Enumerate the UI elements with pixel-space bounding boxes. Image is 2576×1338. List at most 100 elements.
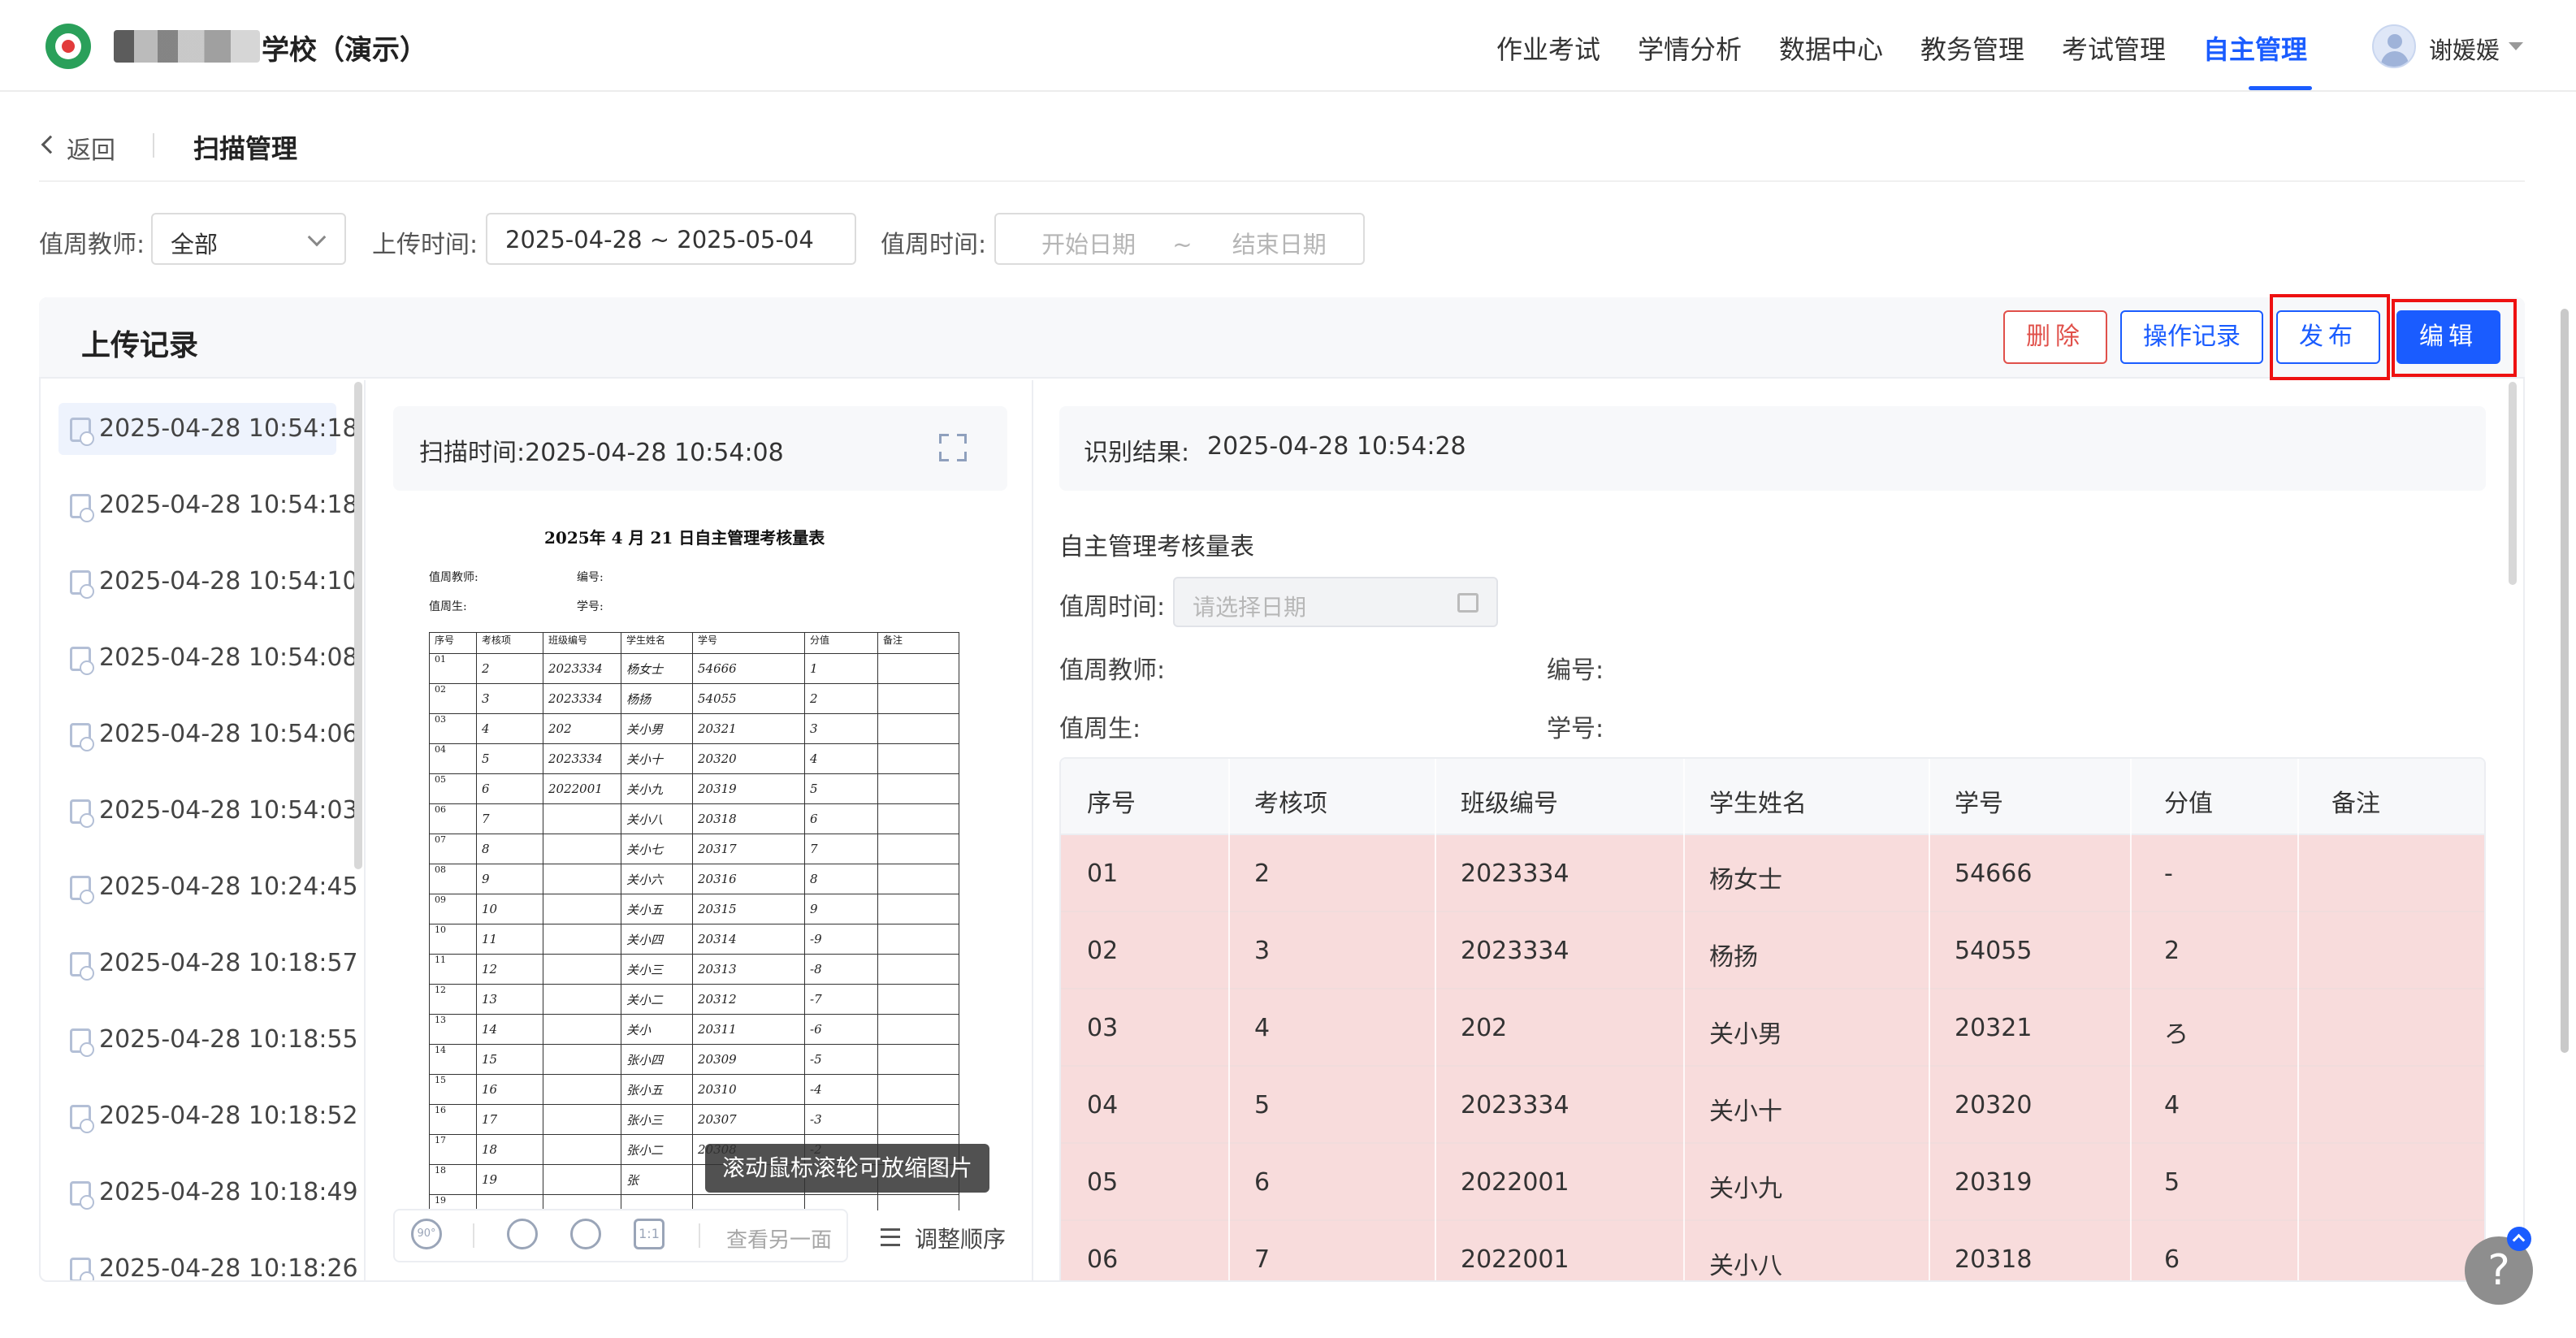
table-cell[interactable]: 02	[1087, 937, 1118, 965]
table-cell[interactable]: 杨女士	[1709, 860, 1782, 895]
table-cell[interactable]: 2022001	[1461, 1245, 1569, 1274]
table-cell[interactable]: 6	[1254, 1168, 1270, 1197]
view-other-side-button[interactable]: 查看另一面	[726, 1223, 832, 1254]
table-cell[interactable]: 2023334	[1461, 1091, 1569, 1119]
sheet-cell: 3	[476, 683, 543, 714]
upload-list-item[interactable]: 2025-04-28 10:54:18	[58, 403, 358, 455]
rotate-icon[interactable]: 90°	[411, 1219, 442, 1249]
nav-academic-affairs[interactable]: 教务管理	[1920, 29, 2024, 67]
upload-list-item[interactable]: 2025-04-28 10:18:49	[58, 1167, 358, 1219]
page-scrollbar[interactable]	[2561, 309, 2569, 1053]
nav-homework-exam[interactable]: 作业考试	[1496, 29, 1600, 67]
table-cell[interactable]: 5	[1254, 1091, 1270, 1119]
list-scrollbar[interactable]	[354, 382, 362, 869]
table-row[interactable]: 03 4 202 关小男 20321 ろ	[1061, 989, 2484, 1067]
upload-list-item[interactable]: 2025-04-28 10:54:08	[58, 632, 358, 684]
table-row[interactable]: 01 2 2023334 杨女士 54666 -	[1061, 835, 2484, 912]
table-cell[interactable]: 关小十	[1709, 1091, 1782, 1127]
upload-list-item[interactable]: 2025-04-28 10:18:52	[58, 1090, 358, 1142]
duty-start-placeholder: 开始日期	[1041, 231, 1136, 258]
zoom-in-icon[interactable]	[507, 1219, 538, 1249]
actual-size-icon[interactable]: 1:1	[634, 1219, 665, 1249]
upload-time-range-input[interactable]: 2025-04-28 ~ 2025-05-04	[486, 213, 856, 265]
nav-exam-management[interactable]: 考试管理	[2062, 29, 2166, 67]
table-cell[interactable]: 杨扬	[1709, 937, 1758, 972]
upload-list-item[interactable]: 2025-04-28 10:24:45	[58, 861, 358, 913]
recognition-scrollbar[interactable]	[2509, 382, 2517, 585]
upload-list-item[interactable]: 2025-04-28 10:54:10	[58, 556, 358, 608]
user-avatar[interactable]	[2372, 24, 2416, 68]
table-cell[interactable]: 2023334	[1461, 860, 1569, 888]
upload-list-item[interactable]: 2025-04-28 10:54:18	[58, 479, 358, 531]
table-cell[interactable]: 6	[2164, 1245, 2180, 1274]
table-cell[interactable]: 5	[2164, 1168, 2180, 1197]
back-link[interactable]: 返回	[67, 130, 115, 166]
sheet-cell: 2023334	[543, 743, 621, 774]
table-row[interactable]: 02 3 2023334 杨扬 54055 2	[1061, 912, 2484, 989]
sheet-cell: 关小男	[621, 713, 693, 744]
upload-list-item[interactable]: 2025-04-28 10:54:06	[58, 708, 358, 760]
upload-list-item[interactable]: 2025-04-28 10:54:03	[58, 785, 358, 837]
table-column-divider	[1683, 759, 1685, 1280]
table-header-cell: 分值	[2164, 790, 2213, 818]
reorder-icon[interactable]	[881, 1228, 900, 1246]
table-cell[interactable]: 2	[2164, 937, 2180, 965]
table-cell[interactable]: 03	[1087, 1014, 1118, 1042]
table-header-cell: 学号	[1955, 790, 2003, 818]
table-cell[interactable]: 4	[1254, 1014, 1270, 1042]
operation-log-button[interactable]: 操作记录	[2120, 310, 2263, 364]
table-cell[interactable]: 202	[1461, 1014, 1507, 1042]
scanned-sheet-image[interactable]: 2025年 4 月 21 日自主管理考核量表 值周教师: 编号: 值周生: 学号…	[414, 512, 999, 1210]
table-row[interactable]: 06 7 2022001 关小八 20318 6	[1061, 1221, 2484, 1280]
teacher-filter-select[interactable]: 全部	[151, 213, 346, 265]
upload-list-item-time: 2025-04-28 10:54:18	[99, 491, 358, 519]
table-cell[interactable]: 关小九	[1709, 1168, 1782, 1204]
nav-self-management[interactable]: 自主管理	[2203, 29, 2307, 67]
table-cell[interactable]: 20320	[1955, 1091, 2032, 1119]
table-cell[interactable]: 关小男	[1709, 1014, 1782, 1050]
reorder-button[interactable]: 调整顺序	[915, 1222, 1006, 1254]
table-cell[interactable]: 04	[1087, 1091, 1118, 1119]
fullscreen-icon[interactable]	[939, 434, 967, 461]
sheet-meta-number: 编号:	[577, 571, 604, 584]
sheet-row: 15 16 张小五 20310 -4	[429, 1074, 959, 1105]
upload-list-item[interactable]: 2025-04-28 10:18:55	[58, 1014, 358, 1066]
table-cell[interactable]: 20318	[1955, 1245, 2032, 1274]
table-cell[interactable]: 20321	[1955, 1014, 2032, 1042]
user-name[interactable]: 谢媛媛	[2429, 32, 2500, 66]
table-cell[interactable]: 2023334	[1461, 937, 1569, 965]
table-cell[interactable]: 20319	[1955, 1168, 2032, 1197]
table-cell[interactable]: 01	[1087, 860, 1118, 888]
upload-list: 2025-04-28 10:54:18 2025-04-28 10:54:18 20…	[41, 380, 366, 1280]
upload-list-item[interactable]: 2025-04-28 10:18:57	[58, 937, 358, 989]
scroll-top-icon[interactable]	[2507, 1227, 2531, 1251]
table-cell[interactable]: 2	[1254, 860, 1270, 888]
sheet-cell: 05	[429, 773, 477, 804]
table-cell[interactable]: 关小八	[1709, 1245, 1782, 1280]
nav-data-center[interactable]: 数据中心	[1779, 29, 1883, 67]
duty-date-picker[interactable]: 请选择日期	[1173, 577, 1498, 627]
table-cell[interactable]: 06	[1087, 1245, 1118, 1274]
user-menu-caret-icon[interactable]	[2509, 42, 2523, 50]
table-cell[interactable]: 05	[1087, 1168, 1118, 1197]
duty-time-range-input[interactable]: 开始日期 ~ 结束日期	[994, 213, 1365, 265]
zoom-out-icon[interactable]	[570, 1219, 601, 1249]
table-cell[interactable]: 54666	[1955, 860, 2032, 888]
table-row[interactable]: 05 6 2022001 关小九 20319 5	[1061, 1144, 2484, 1221]
delete-button[interactable]: 删除	[2003, 310, 2107, 364]
table-cell[interactable]: 4	[2164, 1091, 2180, 1119]
table-cell[interactable]: 3	[1254, 937, 1270, 965]
back-chevron-icon[interactable]	[41, 135, 60, 154]
table-cell[interactable]: 2022001	[1461, 1168, 1569, 1197]
table-cell[interactable]: ろ	[2164, 1014, 2189, 1050]
recognition-time: 2025-04-28 10:54:28	[1207, 432, 1466, 461]
sheet-title: 2025年 4 月 21 日自主管理考核量表	[544, 528, 825, 548]
nav-learning-analysis[interactable]: 学情分析	[1638, 29, 1742, 67]
table-row[interactable]: 04 5 2023334 关小十 20320 4	[1061, 1067, 2484, 1144]
sheet-cell	[877, 803, 959, 834]
table-cell[interactable]: -	[2164, 860, 2173, 888]
school-logo-icon	[45, 24, 91, 69]
upload-list-item[interactable]: 2025-04-28 10:18:26	[58, 1243, 358, 1280]
table-cell[interactable]: 7	[1254, 1245, 1270, 1274]
table-cell[interactable]: 54055	[1955, 937, 2032, 965]
